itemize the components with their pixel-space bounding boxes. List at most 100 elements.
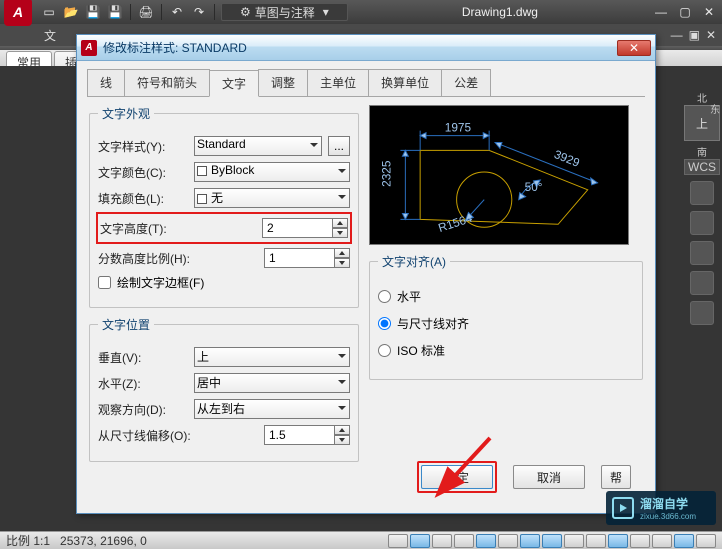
spinner-down-icon[interactable] [334, 435, 350, 445]
vertical-select[interactable]: 上 [194, 347, 350, 367]
text-frame-checkbox[interactable] [98, 276, 111, 289]
offset-spinner[interactable] [264, 425, 350, 445]
doc-close-icon[interactable]: ✕ [706, 28, 716, 42]
doc-minimize-icon[interactable]: — [671, 28, 683, 42]
workspace-selector[interactable]: ⚙ 草图与注释 ▾ [221, 3, 348, 21]
status-btn-8[interactable] [542, 534, 562, 548]
status-btn-5[interactable] [476, 534, 496, 548]
view-direction-select[interactable]: 从左到右 [194, 399, 350, 419]
label-text-height: 文字高度(T): [100, 220, 190, 237]
dimstyle-dialog: A 修改标注样式: STANDARD ✕ 线 符号和箭头 文字 调整 主单位 换… [76, 34, 656, 514]
svg-text:2325: 2325 [380, 160, 394, 187]
spinner-down-icon[interactable] [332, 228, 348, 238]
fraction-scale-input[interactable] [264, 248, 334, 268]
dialog-tabs: 线 符号和箭头 文字 调整 主单位 换算单位 公差 [87, 69, 645, 97]
dimension-preview: 1975 2325 R1564 50° 3929 [369, 105, 629, 245]
orbit-icon[interactable] [690, 181, 714, 205]
doc-restore-icon[interactable]: ▣ [689, 28, 700, 42]
group-text-alignment: 文字对齐(A) 水平 与尺寸线对齐 ISO 标准 [369, 253, 643, 380]
label-offset: 从尺寸线偏移(O): [98, 427, 208, 444]
label-text-frame: 绘制文字边框(F) [117, 274, 204, 291]
status-btn-15[interactable] [696, 534, 716, 548]
status-btn-13[interactable] [652, 534, 672, 548]
horizontal-select[interactable]: 居中 [194, 373, 350, 393]
status-btn-7[interactable] [520, 534, 540, 548]
align-horizontal-radio[interactable] [378, 290, 391, 303]
label-view-direction: 观察方向(D): [98, 401, 188, 418]
status-btn-6[interactable] [498, 534, 518, 548]
text-height-spinner[interactable] [262, 218, 348, 238]
offset-input[interactable] [264, 425, 334, 445]
dialog-buttons: 确定 取消 帮 [417, 461, 631, 493]
status-btn-3[interactable] [432, 534, 452, 548]
tab-text[interactable]: 文字 [209, 70, 259, 97]
steering-icon[interactable] [690, 271, 714, 295]
close-app-icon[interactable]: ✕ [700, 3, 718, 21]
tab-symbols[interactable]: 符号和箭头 [124, 69, 210, 96]
svg-text:1975: 1975 [445, 121, 472, 135]
text-style-select[interactable]: Standard [194, 136, 322, 156]
tab-tolerance[interactable]: 公差 [441, 69, 491, 96]
dialog-title: 修改标注样式: STANDARD [103, 39, 247, 56]
label-text-style: 文字样式(Y): [98, 138, 188, 155]
scale-label[interactable]: 比例 1:1 [6, 532, 50, 549]
minimize-icon[interactable]: — [652, 3, 670, 21]
spinner-up-icon[interactable] [334, 248, 350, 258]
open-icon[interactable]: 📂 [62, 3, 80, 21]
tab-fit[interactable]: 调整 [258, 69, 308, 96]
status-btn-4[interactable] [454, 534, 474, 548]
status-btn-14[interactable] [674, 534, 694, 548]
status-btn-2[interactable] [410, 534, 430, 548]
document-title: Drawing1.dwg [352, 5, 648, 19]
text-style-more-button[interactable]: ... [328, 136, 350, 156]
status-btn-1[interactable] [388, 534, 408, 548]
help-button[interactable]: 帮 [601, 465, 631, 489]
cancel-button[interactable]: 取消 [513, 465, 585, 489]
spinner-down-icon[interactable] [334, 258, 350, 268]
ok-button[interactable]: 确定 [421, 465, 493, 489]
dialog-titlebar[interactable]: A 修改标注样式: STANDARD ✕ [77, 35, 655, 61]
tab-lines[interactable]: 线 [87, 69, 125, 96]
text-height-input[interactable] [262, 218, 332, 238]
status-toggle-group [388, 534, 716, 548]
app-logo[interactable]: A [4, 0, 32, 26]
fill-color-select[interactable]: 无 [194, 188, 350, 208]
label-fill-color: 填充颜色(L): [98, 190, 188, 207]
align-iso-radio[interactable] [378, 344, 391, 357]
showmotion-icon[interactable] [690, 301, 714, 325]
wcs-indicator[interactable]: WCS [684, 159, 720, 175]
highlight-text-height: 文字高度(T): [96, 212, 352, 244]
spinner-up-icon[interactable] [332, 218, 348, 228]
label-align-iso: ISO 标准 [397, 342, 445, 359]
fraction-scale-spinner[interactable] [264, 248, 350, 268]
zoom-icon[interactable] [690, 241, 714, 265]
save-icon[interactable]: 💾 [84, 3, 102, 21]
pan-icon[interactable] [690, 211, 714, 235]
undo-icon[interactable]: ↶ [168, 3, 186, 21]
label-vertical: 垂直(V): [98, 349, 188, 366]
status-btn-9[interactable] [564, 534, 584, 548]
close-icon[interactable]: ✕ [617, 40, 651, 56]
maximize-icon[interactable]: ▢ [676, 3, 694, 21]
label-fraction-scale: 分数高度比例(H): [98, 250, 208, 267]
group-text-position: 文字位置 垂直(V): 上 水平(Z): 居中 观察方向(D): 从左到右 从 [89, 316, 359, 462]
saveas-icon[interactable]: 💾 [106, 3, 124, 21]
new-icon[interactable]: ▭ [40, 3, 58, 21]
status-btn-10[interactable] [586, 534, 606, 548]
label-align-horizontal: 水平 [397, 288, 421, 305]
group-text-appearance: 文字外观 文字样式(Y): Standard ... 文字颜色(C): ByBl… [89, 105, 359, 308]
print-icon[interactable]: 🖨 [137, 3, 155, 21]
coordinates: 25373, 21696, 0 [60, 534, 147, 548]
watermark-badge: 溜溜自学 zixue.3d66.com [606, 491, 716, 525]
tab-alternate[interactable]: 换算单位 [368, 69, 442, 96]
status-btn-11[interactable] [608, 534, 628, 548]
status-btn-12[interactable] [630, 534, 650, 548]
tab-primary[interactable]: 主单位 [307, 69, 369, 96]
play-icon [612, 497, 634, 519]
align-with-dimline-radio[interactable] [378, 317, 391, 330]
highlight-ok-button: 确定 [417, 461, 497, 493]
text-color-select[interactable]: ByBlock [194, 162, 350, 182]
dialog-app-icon: A [81, 40, 97, 56]
spinner-up-icon[interactable] [334, 425, 350, 435]
redo-icon[interactable]: ↷ [190, 3, 208, 21]
